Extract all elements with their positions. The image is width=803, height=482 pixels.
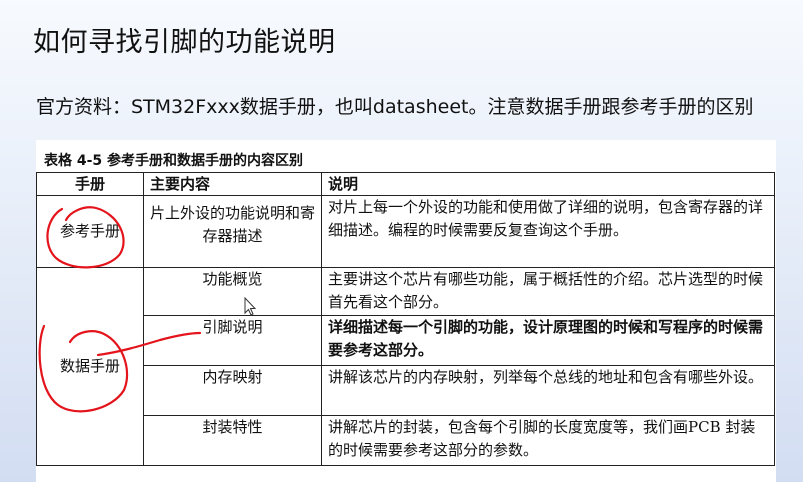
slide-subtitle: 官方资料：STM32Fxxx数据手册，也叫datasheet。注意数据手册跟参考… xyxy=(36,96,754,118)
header-content: 主要内容 xyxy=(143,172,322,196)
slide-title: 如何寻找引脚的功能说明 xyxy=(33,27,336,58)
table-row: 封装特性 讲解芯片的封装，包含每个引脚的长度宽度等，我们画PCB 封装的时候需要… xyxy=(37,415,775,466)
cell-content: 片上外设的功能说明和寄存器描述 xyxy=(143,195,322,268)
cell-content: 功能概览 xyxy=(143,267,322,316)
table-row: 内存映射 讲解该芯片的内存映射，列举每个总线的地址和包含有哪些外设。 xyxy=(37,365,775,416)
cell-manual: 参考手册 xyxy=(36,195,144,268)
comparison-table-area: 表格 4-5 参考手册和数据手册的内容区别 手册 主要内容 说明 参考手册 片上… xyxy=(36,140,776,482)
mouse-pointer-icon xyxy=(244,297,257,316)
cell-content: 内存映射 xyxy=(143,365,322,416)
table-caption: 表格 4-5 参考手册和数据手册的内容区别 xyxy=(44,153,304,169)
header-description: 说明 xyxy=(321,172,775,196)
cell-description: 主要讲这个芯片有哪些功能，属于概括性的介绍。芯片选型的时候首先看这个部分。 xyxy=(321,267,775,316)
cell-content: 封装特性 xyxy=(143,415,322,466)
cell-manual: 数据手册 xyxy=(36,267,144,466)
table-row: 数据手册 功能概览 主要讲这个芯片有哪些功能，属于概括性的介绍。芯片选型的时候首… xyxy=(36,267,775,466)
cell-content: 引脚说明 xyxy=(143,315,322,366)
table-row: 引脚说明 详细描述每一个引脚的功能，设计原理图的时候和写程序的时候需要参考这部分… xyxy=(37,315,775,366)
cell-description: 详细描述每一个引脚的功能，设计原理图的时候和写程序的时候需要参考这部分。 xyxy=(321,315,775,366)
comparison-table: 手册 主要内容 说明 参考手册 片上外设的功能说明和寄存器描述 对片上每一个外设… xyxy=(36,172,775,466)
cell-description: 对片上每一个外设的功能和使用做了详细的说明，包含寄存器的详细描述。编程的时候需要… xyxy=(321,195,775,268)
table-header-row: 手册 主要内容 说明 xyxy=(36,172,775,196)
cell-description: 讲解该芯片的内存映射，列举每个总线的地址和包含有哪些外设。 xyxy=(321,365,775,416)
table-row: 参考手册 片上外设的功能说明和寄存器描述 对片上每一个外设的功能和使用做了详细的… xyxy=(36,195,775,268)
cell-description: 讲解芯片的封装，包含每个引脚的长度宽度等，我们画PCB 封装的时候需要参考这部分… xyxy=(321,415,775,466)
header-manual: 手册 xyxy=(36,172,144,196)
